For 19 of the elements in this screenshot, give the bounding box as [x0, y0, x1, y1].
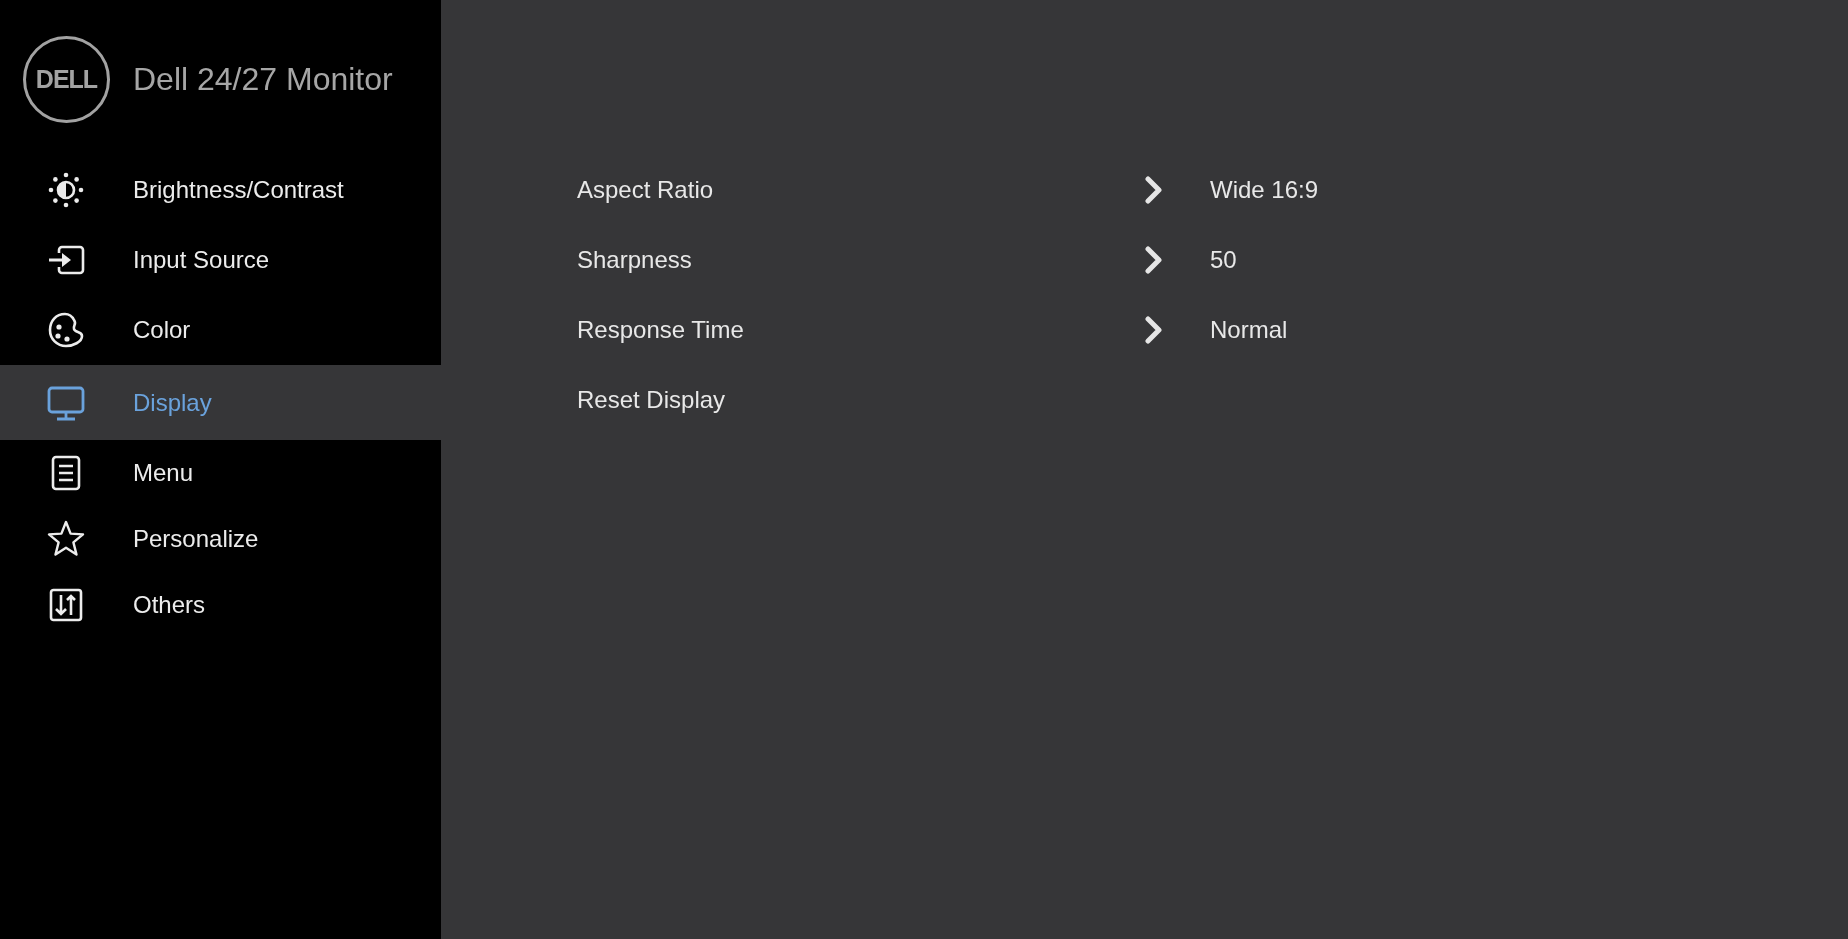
sidebar-item[interactable]: Menu [0, 440, 441, 506]
setting-value: Wide 16:9 [1210, 176, 1319, 204]
sidebar-item[interactable]: Input Source [0, 225, 441, 295]
monitor-title: Dell 24/27 Monitor [133, 61, 393, 98]
chevron-icon [1145, 316, 1163, 344]
sidebar-item[interactable]: Brightness/Contrast [0, 155, 441, 225]
setting-label[interactable]: Sharpness [577, 246, 692, 274]
setting-label[interactable]: Aspect Ratio [577, 176, 714, 204]
chevron-icon [1145, 176, 1163, 204]
sidebar-item[interactable]: Display [0, 365, 441, 440]
setting-label[interactable]: Reset Display [577, 386, 726, 414]
chevron-icon [1145, 246, 1163, 274]
setting-value: Normal [1210, 316, 1288, 344]
sidebar-item[interactable]: Others [0, 572, 441, 638]
brand-logo: DELL [23, 36, 110, 123]
sidebar-item[interactable]: Color [0, 295, 441, 365]
sidebar-item[interactable]: Personalize [0, 506, 441, 572]
setting-label[interactable]: Response Time [577, 316, 744, 344]
setting-value: 50 [1210, 246, 1237, 274]
